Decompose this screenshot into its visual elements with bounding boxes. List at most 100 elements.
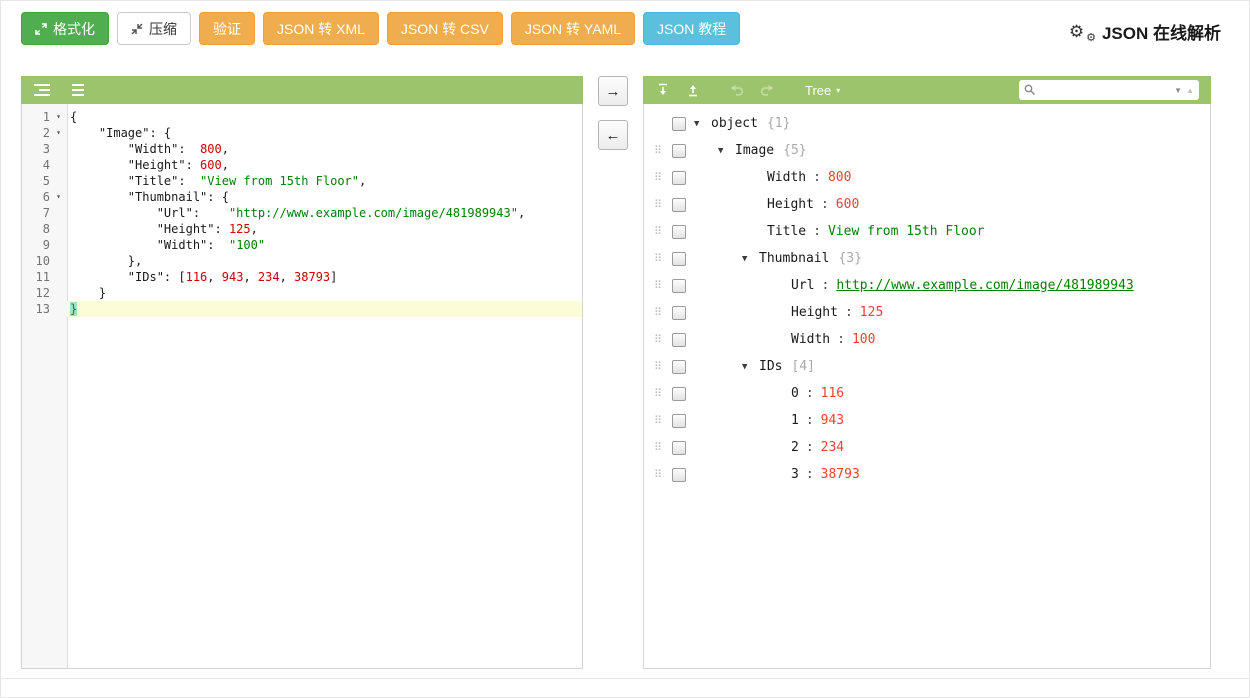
- editor-line-2[interactable]: 2▾ "Image": {: [22, 125, 582, 141]
- drag-handle-icon[interactable]: ⠿: [654, 279, 672, 292]
- row-menu-button[interactable]: [672, 198, 686, 212]
- tree-field[interactable]: 0: [791, 386, 799, 401]
- indent-spacer: [694, 285, 766, 286]
- tree-value[interactable]: 234: [821, 440, 844, 455]
- row-menu-button[interactable]: [672, 306, 686, 320]
- editor-line-1[interactable]: 1▾{: [22, 109, 582, 125]
- row-menu-button[interactable]: [672, 144, 686, 158]
- drag-handle-icon[interactable]: ⠿: [654, 387, 672, 400]
- tree-value[interactable]: 125: [860, 305, 883, 320]
- drag-handle-icon[interactable]: ⠿: [654, 333, 672, 346]
- tree-field[interactable]: Height: [791, 305, 838, 320]
- drag-handle-icon[interactable]: ⠿: [654, 360, 672, 373]
- tree-value[interactable]: 600: [836, 197, 859, 212]
- tree-value[interactable]: 38793: [821, 467, 860, 482]
- editor-line-7[interactable]: 7 "Url": "http://www.example.com/image/4…: [22, 205, 582, 221]
- row-menu-button[interactable]: [672, 225, 686, 239]
- compact-code-icon[interactable]: [67, 81, 89, 99]
- tree-value[interactable]: 800: [828, 170, 851, 185]
- drag-handle-icon[interactable]: ⠿: [654, 144, 672, 157]
- editor-line-3[interactable]: 3 "Width": 800,: [22, 141, 582, 157]
- collapse-all-icon[interactable]: [683, 80, 703, 100]
- tree-field[interactable]: IDs: [759, 359, 782, 374]
- row-menu-button[interactable]: [672, 117, 686, 131]
- json-to-xml-label: JSON 转 XML: [277, 19, 365, 39]
- json-to-xml-button[interactable]: JSON 转 XML: [263, 12, 379, 45]
- tree-field[interactable]: 2: [791, 440, 799, 455]
- search-input[interactable]: [1040, 83, 1170, 97]
- code-text: {: [67, 109, 582, 125]
- tree-value[interactable]: http://www.example.com/image/481989943: [836, 278, 1133, 293]
- tree-field[interactable]: 3: [791, 467, 799, 482]
- expand-all-icon[interactable]: [653, 80, 673, 100]
- tree-field[interactable]: Image: [735, 143, 774, 158]
- tree-field[interactable]: Url: [791, 278, 814, 293]
- tree-value[interactable]: 943: [821, 413, 844, 428]
- fold-arrow-icon[interactable]: ▾: [50, 189, 67, 205]
- json-to-csv-button[interactable]: JSON 转 CSV: [387, 12, 503, 45]
- tree-field[interactable]: 1: [791, 413, 799, 428]
- validate-button[interactable]: 验证: [199, 12, 255, 45]
- editor-line-12[interactable]: 12 }: [22, 285, 582, 301]
- transfer-left-button[interactable]: ←: [598, 120, 628, 150]
- fold-arrow-icon[interactable]: ▾: [50, 109, 67, 125]
- collapse-triangle-icon[interactable]: ▼: [742, 254, 759, 264]
- row-menu-button[interactable]: [672, 252, 686, 266]
- collapse-triangle-icon[interactable]: ▼: [742, 362, 759, 372]
- editor-line-9[interactable]: 9 "Width": "100": [22, 237, 582, 253]
- indent-spacer: [694, 420, 766, 421]
- collapse-triangle-icon[interactable]: ▼: [694, 119, 711, 129]
- row-menu-button[interactable]: [672, 441, 686, 455]
- format-button-label: 格式化: [53, 19, 95, 39]
- tree-field[interactable]: Thumbnail: [759, 251, 829, 266]
- editor-line-8[interactable]: 8 "Height": 125,: [22, 221, 582, 237]
- drag-handle-icon[interactable]: ⠿: [654, 171, 672, 184]
- drag-handle-icon[interactable]: ⠿: [654, 225, 672, 238]
- code-editor[interactable]: 1▾{2▾ "Image": {3 "Width": 800,4 "Height…: [21, 104, 583, 669]
- row-menu-button[interactable]: [672, 414, 686, 428]
- drag-handle-icon[interactable]: ⠿: [654, 414, 672, 427]
- tree-value[interactable]: View from 15th Floor: [828, 224, 985, 239]
- transfer-right-button[interactable]: →: [598, 76, 628, 106]
- drag-handle-icon[interactable]: ⠿: [654, 252, 672, 265]
- editor-line-5[interactable]: 5 "Title": "View from 15th Floor",: [22, 173, 582, 189]
- json-to-yaml-button[interactable]: JSON 转 YAML: [511, 12, 635, 45]
- editor-line-13[interactable]: 13}: [22, 301, 582, 317]
- format-button[interactable]: 格式化: [21, 12, 109, 45]
- row-menu-button[interactable]: [672, 333, 686, 347]
- search-prev-icon[interactable]: ▲: [1186, 86, 1194, 95]
- compress-button[interactable]: 压缩: [117, 12, 191, 45]
- editor-line-6[interactable]: 6▾ "Thumbnail": {: [22, 189, 582, 205]
- tree-field[interactable]: Title: [767, 224, 806, 239]
- drag-handle-icon[interactable]: ⠿: [654, 198, 672, 211]
- drag-handle-icon[interactable]: ⠿: [654, 306, 672, 319]
- editor-line-10[interactable]: 10 },: [22, 253, 582, 269]
- redo-icon[interactable]: [757, 80, 777, 100]
- tree-field[interactable]: object: [711, 116, 758, 131]
- tree-mode-dropdown[interactable]: Tree ▾: [805, 83, 840, 98]
- fold-arrow-icon[interactable]: ▾: [50, 125, 67, 141]
- row-menu-button[interactable]: [672, 171, 686, 185]
- editor-line-11[interactable]: 11 "IDs": [116, 943, 234, 38793]: [22, 269, 582, 285]
- field-value-separator: :: [813, 170, 821, 185]
- field-value-separator: :: [806, 413, 814, 428]
- editor-line-4[interactable]: 4 "Height": 600,: [22, 157, 582, 173]
- tree-value[interactable]: 116: [821, 386, 844, 401]
- search-next-icon[interactable]: ▼: [1174, 86, 1182, 95]
- row-menu-button[interactable]: [672, 387, 686, 401]
- tree-field[interactable]: Width: [767, 170, 806, 185]
- tree-value[interactable]: 100: [852, 332, 875, 347]
- row-menu-button[interactable]: [672, 279, 686, 293]
- format-code-icon[interactable]: [31, 81, 53, 99]
- row-menu-button[interactable]: [672, 468, 686, 482]
- drag-handle-icon[interactable]: ⠿: [654, 441, 672, 454]
- row-menu-button[interactable]: [672, 360, 686, 374]
- tree-field[interactable]: Width: [791, 332, 830, 347]
- tree-field[interactable]: Height: [767, 197, 814, 212]
- json-tutorial-button[interactable]: JSON 教程: [643, 12, 740, 45]
- undo-icon[interactable]: [727, 80, 747, 100]
- code-text: "Image": {: [67, 125, 582, 141]
- collapse-triangle-icon[interactable]: ▼: [718, 146, 735, 156]
- line-number: 10: [22, 253, 50, 269]
- drag-handle-icon[interactable]: ⠿: [654, 468, 672, 481]
